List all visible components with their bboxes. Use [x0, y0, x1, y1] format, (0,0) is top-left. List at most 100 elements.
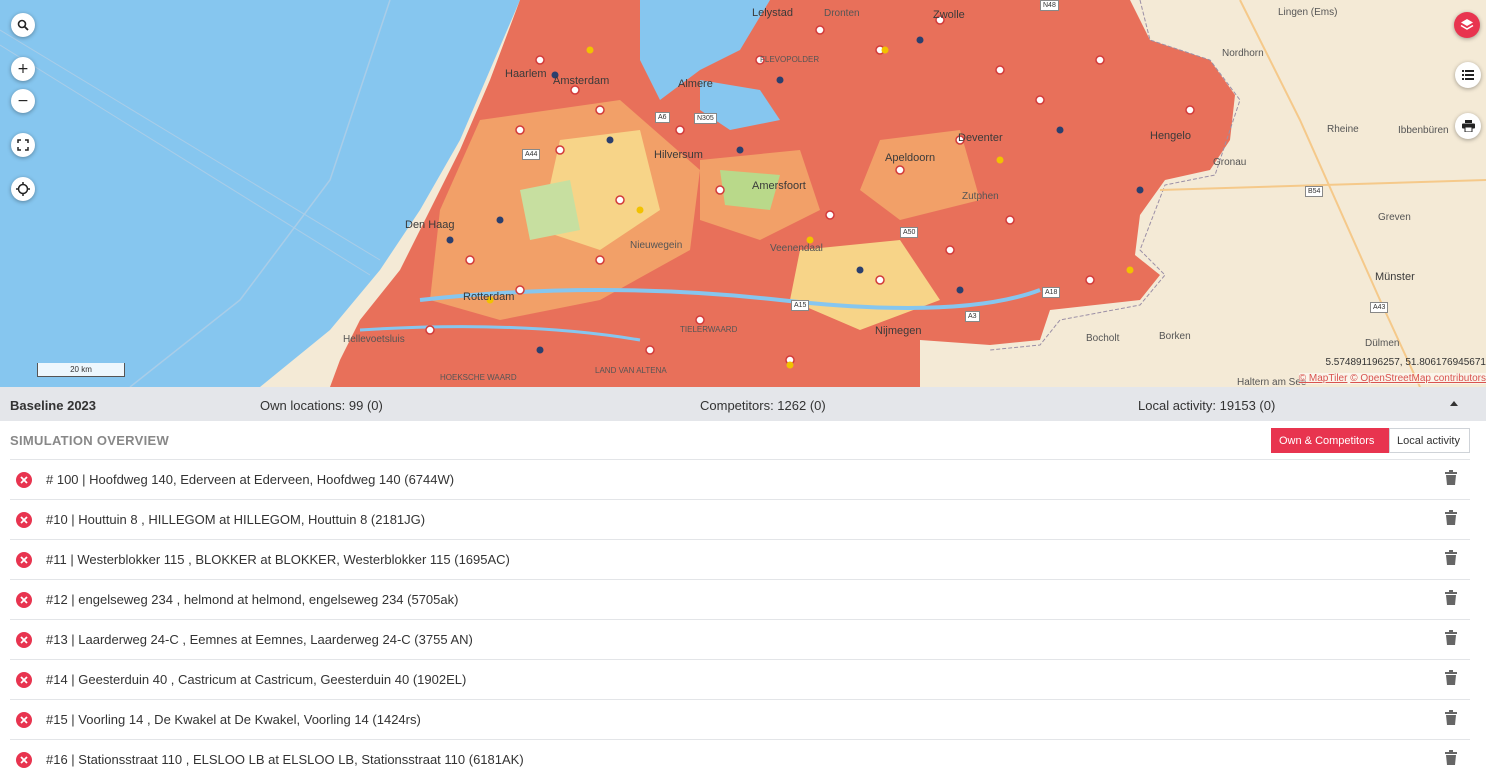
map-coordinates: 5.574891196257, 51.806176945671	[1325, 357, 1486, 368]
road-shield: A15	[791, 300, 810, 311]
map-label-nordhorn: Nordhorn	[1222, 48, 1264, 59]
map-view[interactable]: Lelystad Zwolle Dronten Lingen (Ems) Nor…	[0, 0, 1486, 387]
remove-simulation-button[interactable]	[16, 632, 32, 648]
map-label-tielerwaard: TIELERWAARD	[680, 325, 738, 334]
panel-title: SIMULATION OVERVIEW	[10, 433, 170, 448]
map-label-nieuwegein: Nieuwegein	[630, 240, 683, 251]
list-icon	[1462, 70, 1474, 80]
map-search-button[interactable]	[11, 13, 35, 37]
toggle-local-activity[interactable]: Local activity	[1389, 428, 1470, 453]
simulation-row[interactable]: #15 | Voorling 14 , De Kwakel at De Kwak…	[10, 699, 1470, 739]
map-label-bocholt: Bocholt	[1086, 333, 1120, 344]
trash-icon	[1445, 630, 1457, 645]
simulation-label: #10 | Houttuin 8 , HILLEGOM at HILLEGOM,…	[46, 512, 426, 527]
simulation-row[interactable]: #14 | Geesterduin 40 , Castricum at Cast…	[10, 659, 1470, 699]
legend-button[interactable]	[1455, 62, 1481, 88]
simulation-row[interactable]: # 100 | Hoofdweg 140, Ederveen at Ederve…	[10, 459, 1470, 499]
search-icon	[17, 19, 29, 31]
map-label-amsterdam: Amsterdam	[553, 75, 610, 87]
map-label-gronau: Gronau	[1213, 157, 1247, 168]
delete-simulation-button[interactable]	[1445, 590, 1457, 610]
remove-simulation-button[interactable]	[16, 472, 32, 488]
local-activity-count: Local activity: 19153 (0)	[1138, 398, 1276, 413]
road-shield: A50	[900, 227, 919, 238]
map-label-flevopolder: FLEVOPOLDER	[760, 55, 820, 64]
scenario-name: Baseline 2023	[10, 398, 97, 413]
trash-icon	[1445, 750, 1457, 765]
map-label-borken: Borken	[1159, 331, 1191, 342]
collapse-panel-button[interactable]	[1450, 401, 1458, 406]
locate-icon	[16, 182, 30, 196]
trash-icon	[1445, 550, 1457, 565]
map-label-lelystad: Lelystad	[752, 7, 793, 19]
locate-button[interactable]	[11, 177, 35, 201]
remove-simulation-button[interactable]	[16, 752, 32, 768]
fullscreen-icon	[17, 139, 29, 151]
map-label-haltern: Haltern am See	[1237, 377, 1307, 387]
zoom-out-button[interactable]: −	[11, 89, 35, 113]
minus-icon: −	[17, 93, 29, 109]
simulation-label: #15 | Voorling 14 , De Kwakel at De Kwak…	[46, 712, 421, 727]
map-label-lingen: Lingen (Ems)	[1278, 7, 1338, 18]
map-label-rotterdam: Rotterdam	[463, 291, 515, 303]
maptiler-link[interactable]: © MapTiler	[1299, 373, 1348, 384]
map-label-rheine: Rheine	[1327, 124, 1359, 135]
map-label-deventer: Deventer	[958, 132, 1003, 144]
osm-link[interactable]: © OpenStreetMap contributors	[1350, 373, 1486, 384]
map-label-hengelo: Hengelo	[1150, 130, 1191, 142]
print-icon	[1461, 120, 1475, 132]
map-attribution: © MapTiler © OpenStreetMap contributors	[1298, 373, 1486, 384]
trash-icon	[1445, 470, 1457, 485]
road-shield: N305	[694, 113, 717, 124]
delete-simulation-button[interactable]	[1445, 670, 1457, 690]
remove-simulation-button[interactable]	[16, 552, 32, 568]
competitors-count: Competitors: 1262 (0)	[700, 398, 826, 413]
toggle-own-competitors[interactable]: Own & Competitors	[1271, 428, 1390, 453]
zoom-in-button[interactable]: +	[11, 57, 35, 81]
close-icon	[20, 636, 28, 644]
map-label-munster: Münster	[1375, 271, 1415, 283]
remove-simulation-button[interactable]	[16, 592, 32, 608]
delete-simulation-button[interactable]	[1445, 550, 1457, 570]
simulation-row[interactable]: #12 | engelseweg 234 , helmond at helmon…	[10, 579, 1470, 619]
simulation-row[interactable]: #10 | Houttuin 8 , HILLEGOM at HILLEGOM,…	[10, 499, 1470, 539]
map-label-veenendaal: Veenendaal	[770, 243, 823, 254]
delete-simulation-button[interactable]	[1445, 710, 1457, 730]
road-shield: A3	[965, 311, 980, 322]
simulation-overview-panel: SIMULATION OVERVIEW Own & Competitors Lo…	[0, 421, 1486, 768]
close-icon	[20, 676, 28, 684]
simulation-row[interactable]: #16 | Stationsstraat 110 , ELSLOO LB at …	[10, 739, 1470, 779]
delete-simulation-button[interactable]	[1445, 510, 1457, 530]
layers-button[interactable]	[1454, 12, 1480, 38]
delete-simulation-button[interactable]	[1445, 630, 1457, 650]
trash-icon	[1445, 670, 1457, 685]
map-label-land-van-altena: LAND VAN ALTENA	[595, 366, 667, 375]
delete-simulation-button[interactable]	[1445, 750, 1457, 770]
close-icon	[20, 556, 28, 564]
close-icon	[20, 516, 28, 524]
plus-icon: +	[17, 61, 29, 77]
map-label-hoeksche-waard: HOEKSCHE WAARD	[440, 373, 517, 382]
remove-simulation-button[interactable]	[16, 672, 32, 688]
map-label-den-haag: Den Haag	[405, 219, 455, 231]
remove-simulation-button[interactable]	[16, 712, 32, 728]
simulation-row[interactable]: #11 | Westerblokker 115 , BLOKKER at BLO…	[10, 539, 1470, 579]
map-label-hellevoetsluis: Hellevoetsluis	[343, 334, 405, 345]
map-label-greven: Greven	[1378, 212, 1411, 223]
close-icon	[20, 716, 28, 724]
close-icon	[20, 756, 28, 764]
simulation-row[interactable]: #13 | Laarderweg 24-C , Eemnes at Eemnes…	[10, 619, 1470, 659]
trash-icon	[1445, 710, 1457, 725]
fullscreen-button[interactable]	[11, 133, 35, 157]
delete-simulation-button[interactable]	[1445, 470, 1457, 490]
map-label-hilversum: Hilversum	[654, 149, 703, 161]
map-label-dulmen: Dülmen	[1365, 338, 1400, 349]
map-scale-bar: 20 km	[37, 363, 125, 377]
print-button[interactable]	[1455, 113, 1481, 139]
map-label-zutphen: Zutphen	[962, 191, 999, 202]
close-icon	[20, 596, 28, 604]
map-label-haarlem: Haarlem	[505, 68, 547, 80]
simulation-label: #12 | engelseweg 234 , helmond at helmon…	[46, 592, 459, 607]
simulation-label: #11 | Westerblokker 115 , BLOKKER at BLO…	[46, 552, 510, 567]
remove-simulation-button[interactable]	[16, 512, 32, 528]
